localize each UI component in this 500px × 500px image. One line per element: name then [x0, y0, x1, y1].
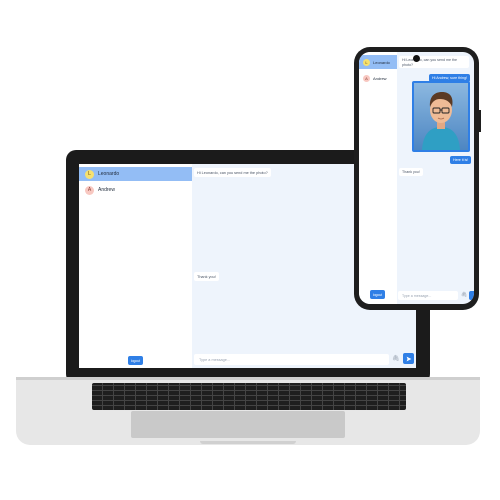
user-name: Leonardo [98, 171, 120, 177]
user-sidebar: L Leonardo A Andrew logout [359, 52, 397, 304]
logout-button[interactable]: logout [128, 356, 143, 365]
message-input[interactable]: Type a message... [398, 291, 458, 300]
message-outgoing: Here it is! [450, 156, 472, 164]
message-incoming: Thank you! [399, 168, 423, 176]
message-incoming: Hi Leonardo, can you send me the photo? [194, 168, 271, 177]
paperclip-icon[interactable]: 🖇 [392, 356, 400, 363]
message-incoming: Hi Leonardo, can you send me the photo? [399, 56, 469, 68]
send-icon [406, 356, 411, 361]
person-illustration [414, 83, 468, 150]
keyboard [92, 383, 406, 410]
sidebar-user-leonardo[interactable]: L Leonardo [79, 167, 192, 181]
phone-chat-app: L Leonardo A Andrew logout Hi Leonardo, … [359, 52, 474, 304]
message-input[interactable]: Type a message... [194, 354, 389, 365]
user-sidebar: L Leonardo A Andrew logout [79, 164, 192, 368]
trackpad [131, 411, 345, 438]
avatar: L [363, 58, 370, 66]
laptop-notch [200, 441, 296, 444]
sidebar-user-andrew[interactable]: A Andrew [79, 184, 192, 196]
device-mockup: L Leonardo A Andrew logout Hi Leonardo, … [0, 0, 500, 500]
laptop-hinge [16, 377, 480, 380]
message-image[interactable] [412, 81, 470, 152]
logout-button[interactable]: logout [370, 290, 385, 299]
user-name: Andrew [98, 187, 115, 193]
send-button[interactable] [403, 353, 414, 364]
user-name: Andrew [373, 75, 387, 81]
camera-icon [413, 55, 420, 62]
send-button[interactable] [469, 291, 474, 300]
user-name: Leonardo [373, 59, 390, 65]
photo-image [414, 83, 468, 150]
avatar: L [85, 169, 94, 179]
avatar: A [85, 185, 94, 195]
sidebar-user-andrew[interactable]: A Andrew [359, 72, 397, 84]
message-incoming: Thank you! [194, 272, 219, 281]
sidebar-user-leonardo[interactable]: L Leonardo [359, 55, 397, 69]
paperclip-icon[interactable]: 🖇 [460, 291, 468, 299]
avatar: A [363, 74, 370, 82]
